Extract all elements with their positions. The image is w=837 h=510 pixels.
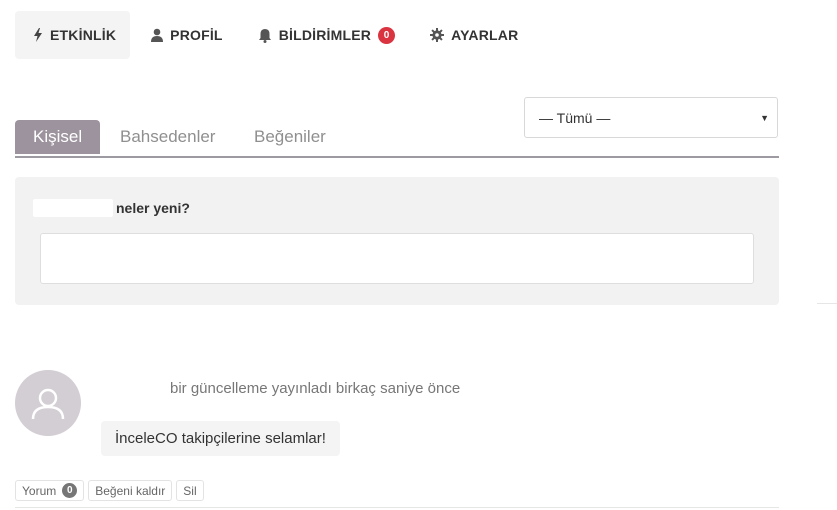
user-avatar-icon [31,388,65,420]
post-input[interactable] [40,233,754,284]
delete-button[interactable]: Sil [176,480,204,501]
redacted-username [33,199,113,217]
tab-likes[interactable]: Beğeniler [254,120,326,154]
activity-meta: bir güncelleme yayınladı birkaç saniye ö… [170,380,461,397]
bolt-icon [33,28,43,42]
nav-settings-label: AYARLAR [451,27,519,43]
nav-settings[interactable]: AYARLAR [409,11,532,59]
activity-content: İnceleCO takipçilerine selamlar! [101,421,340,456]
divider [15,507,779,508]
divider [817,303,837,304]
user-icon [151,28,164,42]
comment-count: 0 [62,483,78,498]
comment-label: Yorum [22,483,57,498]
nav-activity-label: ETKİNLİK [50,27,117,43]
comment-button[interactable]: Yorum 0 [15,480,85,501]
nav-notifications-label: BİLDİRİMLER [278,27,372,43]
bell-icon [258,28,272,43]
post-prompt-text: neler yeni? [116,200,190,216]
post-form: neler yeni? [15,177,779,305]
main-nav: ETKİNLİK PROFİL BİLDİRİMLER 0 AYARLAR [15,11,532,59]
tab-mentions[interactable]: Bahsedenler [120,120,215,154]
nav-profile[interactable]: PROFİL [130,11,237,59]
nav-activity[interactable]: ETKİNLİK [15,11,131,59]
nav-profile-label: PROFİL [170,27,223,43]
gear-icon [430,28,445,42]
nav-notifications[interactable]: BİLDİRİMLER 0 [237,11,409,59]
tab-personal[interactable]: Kişisel [15,120,101,154]
avatar[interactable] [15,370,81,436]
activity-tabs: Kişisel Bahsedenler Beğeniler [15,120,779,158]
notification-count-badge: 0 [378,26,396,44]
activity-actions: Yorum 0 Beğeni kaldır Sil [15,480,208,501]
post-prompt: neler yeni? [33,199,190,217]
unlike-button[interactable]: Beğeni kaldır [88,480,173,501]
